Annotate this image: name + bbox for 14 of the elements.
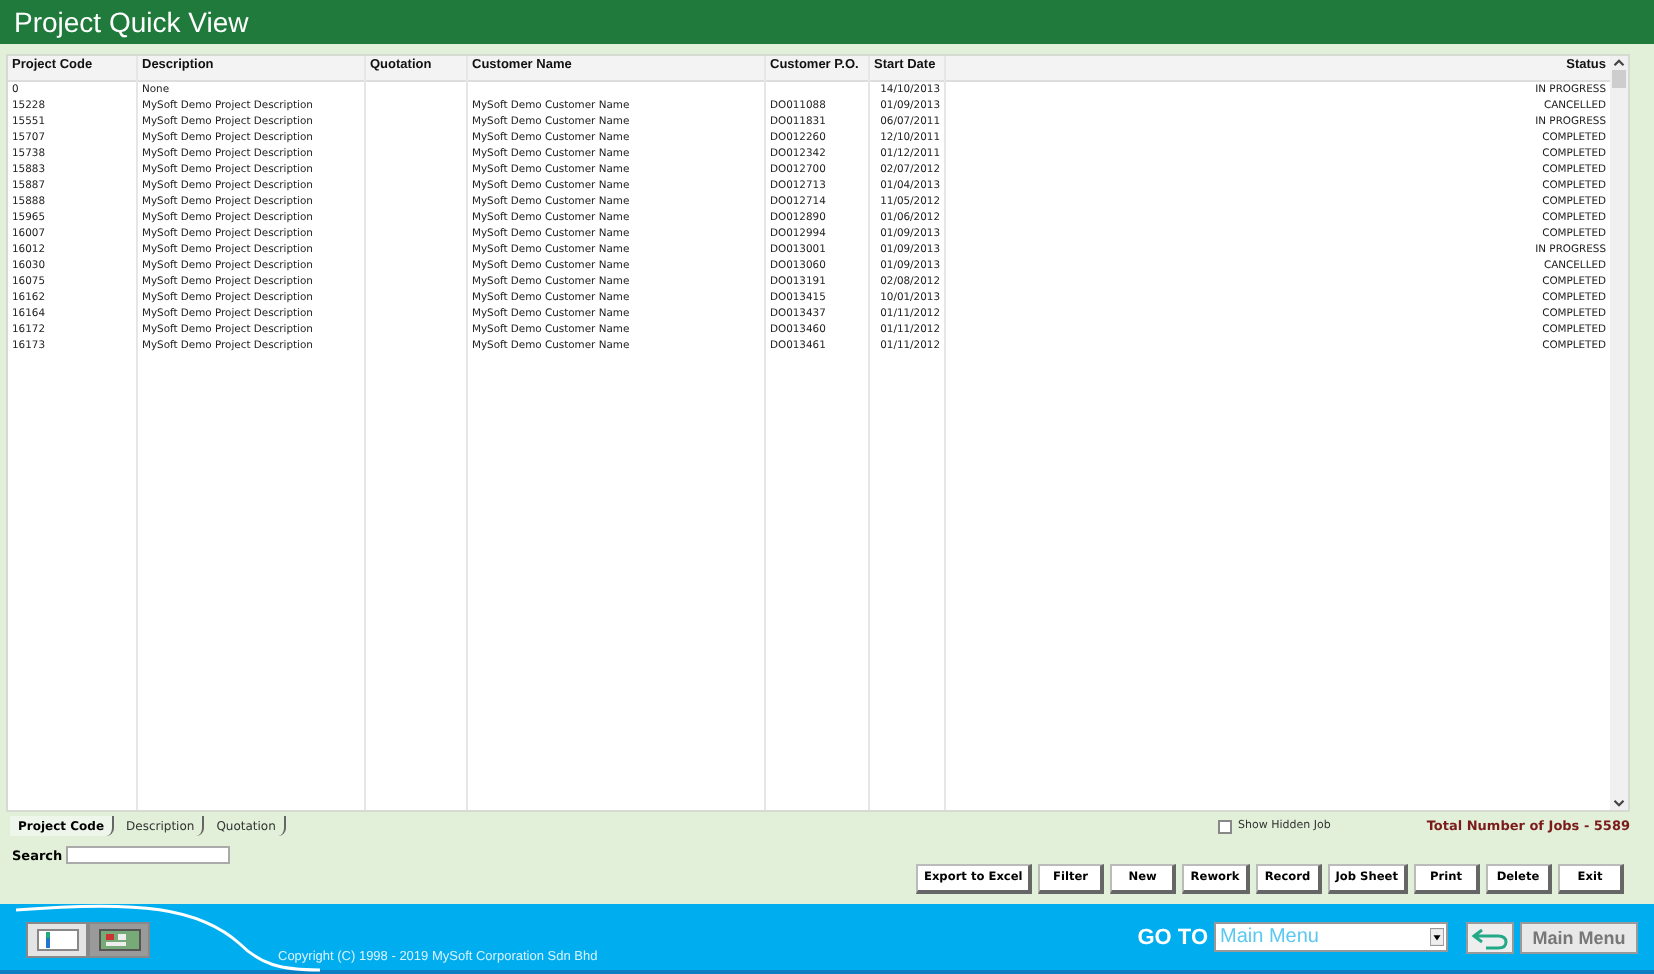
scroll-down-icon[interactable] xyxy=(1610,796,1628,810)
scrollbar[interactable] xyxy=(1610,56,1628,810)
layout-view-icon[interactable] xyxy=(26,922,88,958)
search-field[interactable] xyxy=(66,846,231,864)
scroll-thumb[interactable] xyxy=(1612,70,1626,88)
checkbox[interactable] xyxy=(1217,819,1232,833)
caret-icon[interactable] xyxy=(1430,928,1444,946)
back-arrow-icon xyxy=(1470,925,1510,949)
scroll-up-icon[interactable] xyxy=(1610,56,1628,70)
main-menu-button[interactable]: Main Menu xyxy=(1520,921,1638,953)
grid-view-icon[interactable] xyxy=(88,922,150,958)
goto-label: GO TO xyxy=(1137,925,1208,949)
window-title: Project Quick View xyxy=(14,6,249,38)
back-button[interactable] xyxy=(1466,921,1514,953)
